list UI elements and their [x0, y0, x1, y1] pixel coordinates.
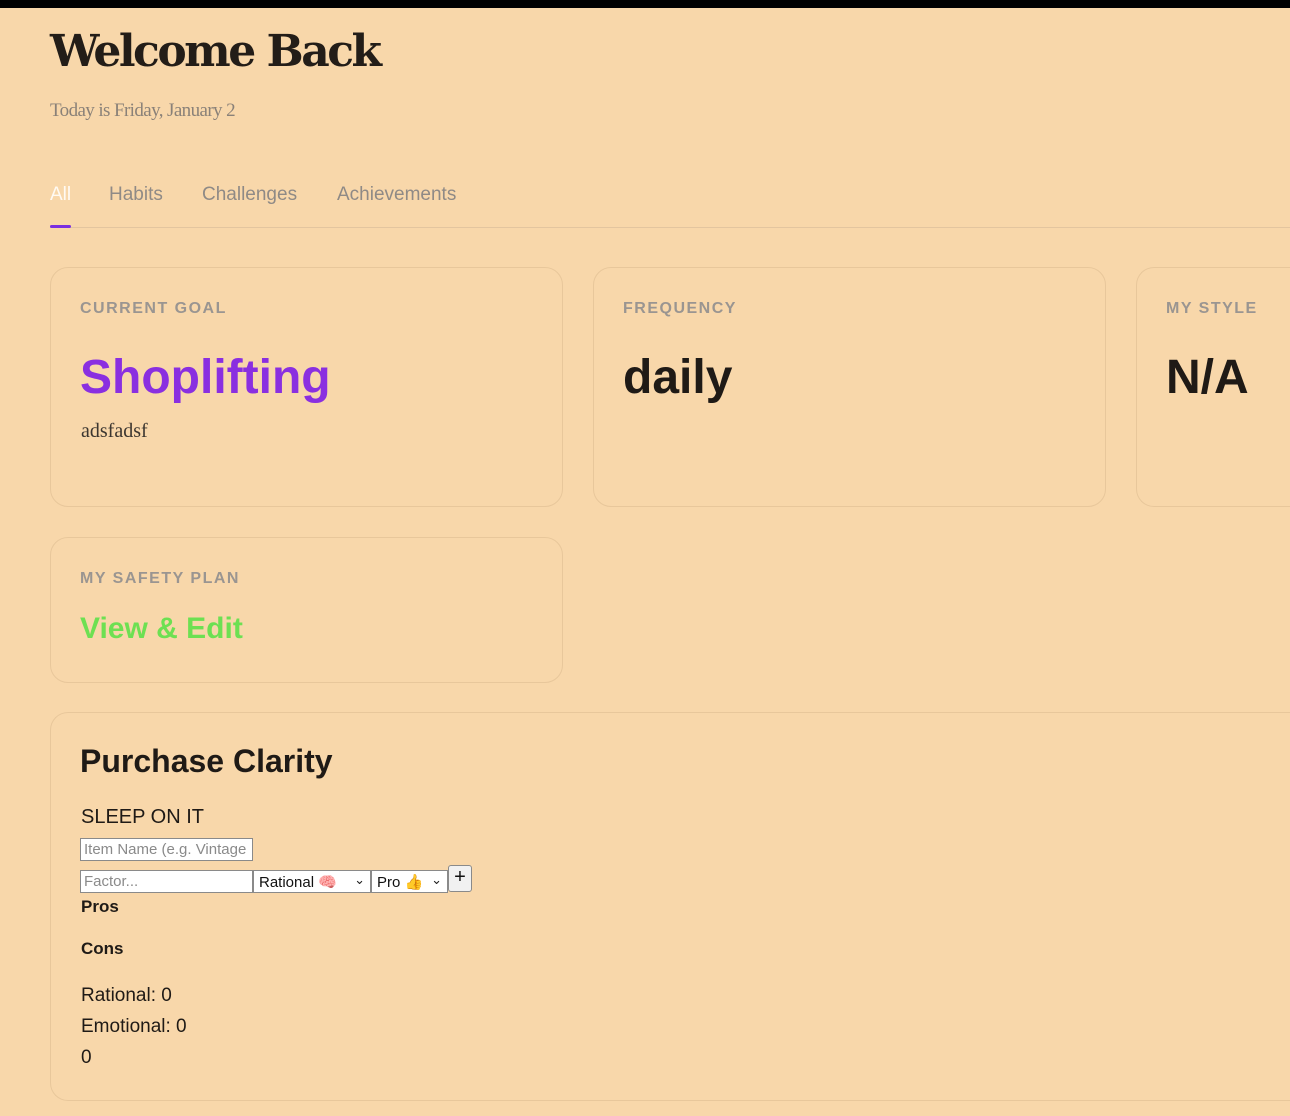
- tab-all[interactable]: All: [50, 184, 71, 206]
- purchase-clarity-card: Purchase Clarity SLEEP ON IT Rational 🧠 …: [50, 712, 1290, 1101]
- chevron-down-icon: ⌄: [431, 872, 442, 887]
- chevron-down-icon: ⌄: [354, 872, 365, 887]
- factor-side-select[interactable]: Pro 👍 ⌄: [371, 870, 448, 893]
- my-style-value: N/A: [1166, 351, 1249, 404]
- active-tab-indicator: [50, 225, 71, 228]
- current-goal-label: CURRENT GOAL: [80, 300, 227, 317]
- tab-bar: All Habits Challenges Achievements: [50, 180, 1290, 228]
- factor-side-value: Pro 👍: [377, 874, 424, 891]
- top-bar: [0, 0, 1290, 8]
- rational-count: Rational: 0: [81, 985, 172, 1006]
- factor-type-select[interactable]: Rational 🧠 ⌄: [253, 870, 371, 893]
- cons-heading: Cons: [81, 939, 124, 958]
- clarity-score: 0: [81, 1047, 92, 1068]
- purchase-clarity-title: Purchase Clarity: [80, 743, 333, 779]
- page-title: Welcome Back: [50, 26, 382, 77]
- current-goal-value: Shoplifting: [80, 351, 331, 404]
- my-style-card: MY STYLE N/A: [1136, 267, 1290, 507]
- safety-plan-card: MY SAFETY PLAN View & Edit: [50, 537, 563, 683]
- frequency-label: FREQUENCY: [623, 300, 737, 317]
- frequency-value: daily: [623, 351, 733, 404]
- plus-icon: +: [454, 866, 466, 888]
- factor-input[interactable]: [80, 870, 253, 893]
- emotional-count: Emotional: 0: [81, 1016, 187, 1037]
- add-factor-button[interactable]: +: [448, 865, 472, 892]
- frequency-card: FREQUENCY daily: [593, 267, 1106, 507]
- pros-heading: Pros: [81, 897, 119, 916]
- tab-challenges[interactable]: Challenges: [202, 184, 297, 206]
- my-style-label: MY STYLE: [1166, 300, 1258, 317]
- sleep-on-it-label: SLEEP ON IT: [81, 806, 205, 828]
- date-subtitle: Today is Friday, January 2: [50, 100, 236, 121]
- factor-type-value: Rational 🧠: [259, 874, 337, 891]
- tab-habits[interactable]: Habits: [109, 184, 163, 206]
- view-edit-safety-plan-link[interactable]: View & Edit: [80, 612, 243, 646]
- tab-achievements[interactable]: Achievements: [337, 184, 456, 206]
- current-goal-card: CURRENT GOAL Shoplifting adsfadsf: [50, 267, 563, 507]
- current-goal-description: adsfadsf: [81, 420, 148, 442]
- item-name-input[interactable]: [80, 838, 253, 861]
- safety-plan-label: MY SAFETY PLAN: [80, 570, 240, 587]
